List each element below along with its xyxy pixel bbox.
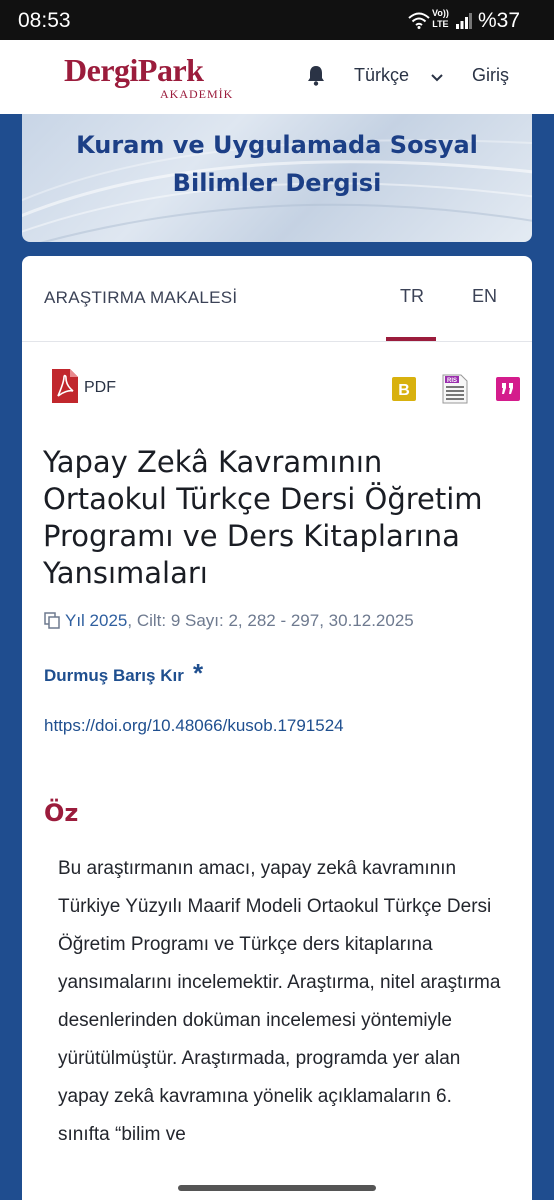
tab-divider [22,341,532,342]
article-title: Yapay Zekâ Kavramının Ortaokul Türkçe De… [43,445,483,590]
article-card: ARAŞTIRMA MAKALESİ TR EN PDF B RIS Yapay… [22,256,532,1200]
logo-main-text: DergiPark [64,52,204,88]
login-link[interactable]: Giriş [472,65,509,86]
article-type-label: ARAŞTIRMA MAKALESİ [44,288,238,307]
journal-banner: Kuram ve Uygulamada Sosyal Bilimler Derg… [22,114,532,242]
dergipark-logo[interactable]: DergiPark AKADEMİK [64,52,234,102]
svg-text:B: B [398,382,410,399]
svg-text:RIS: RIS [447,378,457,384]
volte-indicator: Vo)) LTE [432,8,449,30]
doi-link[interactable]: https://doi.org/10.48066/kusob.1791524 [44,716,344,736]
language-selector[interactable]: Türkçe [354,65,409,86]
author-link[interactable]: Durmuş Barış Kır [44,666,184,686]
pdf-icon[interactable] [52,369,78,408]
journal-title-line2: Bilimler Dergisi [172,169,382,197]
abstract-heading: Öz [44,799,79,827]
tab-en[interactable]: EN [472,286,497,307]
tab-tr[interactable]: TR [400,286,424,307]
copy-icon [44,612,61,634]
bell-icon[interactable] [306,64,326,91]
battery-level: %37 [478,9,521,32]
wifi-icon [408,12,430,34]
bibtex-cite-icon[interactable]: B [392,377,416,406]
volte-line1: Vo)) [432,8,449,18]
top-navigation: DergiPark AKADEMİK Türkçe Giriş [0,40,554,114]
status-bar: 08:53 Vo)) LTE %37 [0,0,554,40]
status-time: 08:53 [18,9,71,32]
journal-title[interactable]: Kuram ve Uygulamada Sosyal Bilimler Derg… [22,126,532,202]
issue-details: , Cilt: 9 Sayı: 2, 282 - 297, 30.12.2025 [127,611,414,630]
pdf-download-link[interactable]: PDF [84,379,116,397]
chevron-down-icon[interactable] [430,70,444,88]
signal-icon [456,13,472,34]
ris-cite-icon[interactable]: RIS [442,374,468,409]
issue-info: Yıl 2025, Cilt: 9 Sayı: 2, 282 - 297, 30… [44,611,414,634]
volte-line2: LTE [432,19,449,29]
home-indicator[interactable] [178,1185,376,1191]
abstract-text: Bu araştırmanın amacı, yapay zekâ kavram… [58,858,501,1145]
issue-year-link[interactable]: Yıl 2025 [65,611,127,630]
quote-cite-icon[interactable] [496,377,520,406]
logo-sub-text: AKADEMİK [160,87,234,101]
corresponding-author-mark: * [193,658,204,688]
journal-title-line1: Kuram ve Uygulamada Sosyal [76,131,478,159]
